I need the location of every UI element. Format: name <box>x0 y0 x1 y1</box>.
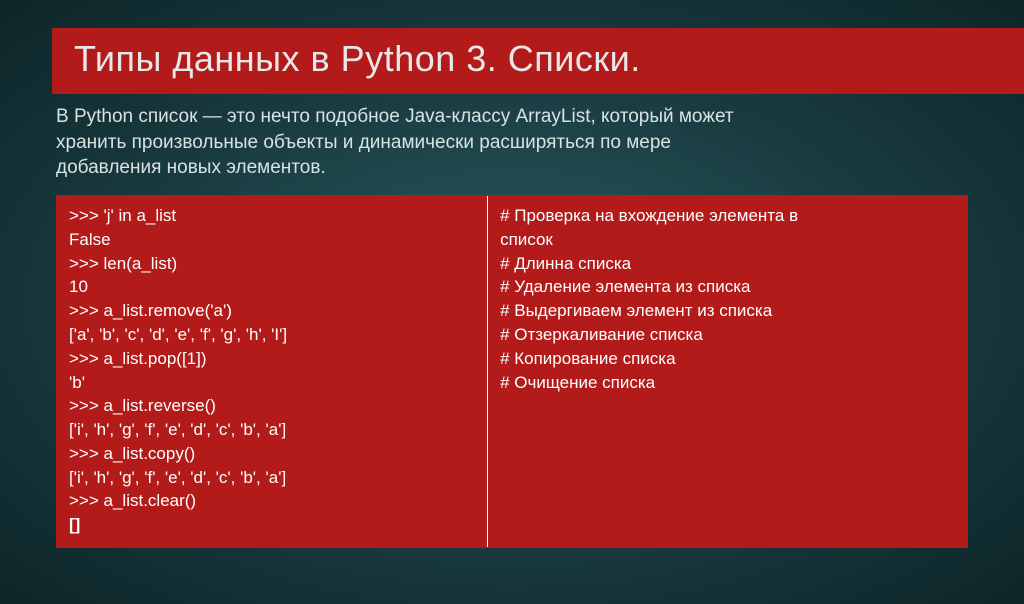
code-line: >>> a_list.clear() <box>69 489 475 513</box>
code-column-left: >>> 'j' in a_list False >>> len(a_list) … <box>57 196 488 547</box>
code-line: >>> a_list.copy() <box>69 442 475 466</box>
code-line: 10 <box>69 275 475 299</box>
code-line: ['i', 'h', 'g', 'f', 'e', 'd', 'c', 'b',… <box>69 418 475 442</box>
code-line: >>> a_list.remove('a') <box>69 299 475 323</box>
code-line: 'b' <box>69 371 475 395</box>
slide-subtitle: В Python список — это нечто подобное Jav… <box>56 104 776 181</box>
code-column-right: # Проверка на вхождение элемента в списо… <box>488 196 967 547</box>
code-line: >>> 'j' in a_list <box>69 204 475 228</box>
comment-line: # Выдергиваем элемент из списка <box>500 299 955 323</box>
comment-line: # Очищение списка <box>500 371 955 395</box>
comment-line: # Удаление элемента из списка <box>500 275 955 299</box>
code-line: False <box>69 228 475 252</box>
code-line: >>> a_list.pop([1]) <box>69 347 475 371</box>
code-line-result: [] <box>69 513 475 537</box>
comment-line: # Копирование списка <box>500 347 955 371</box>
code-line: ['i', 'h', 'g', 'f', 'e', 'd', 'c', 'b',… <box>69 466 475 490</box>
comment-line: # Отзеркаливание списка <box>500 323 955 347</box>
code-line: >>> a_list.reverse() <box>69 394 475 418</box>
code-line: ['a', 'b', 'c', 'd', 'e', 'f', 'g', 'h',… <box>69 323 475 347</box>
code-table: >>> 'j' in a_list False >>> len(a_list) … <box>56 195 968 548</box>
comment-line: список <box>500 228 955 252</box>
comment-line: # Длинна списка <box>500 252 955 276</box>
comment-line: # Проверка на вхождение элемента в <box>500 204 955 228</box>
title-bar: Типы данных в Python 3. Списки. <box>52 28 1024 94</box>
code-line: >>> len(a_list) <box>69 252 475 276</box>
slide-title: Типы данных в Python 3. Списки. <box>74 38 1002 80</box>
